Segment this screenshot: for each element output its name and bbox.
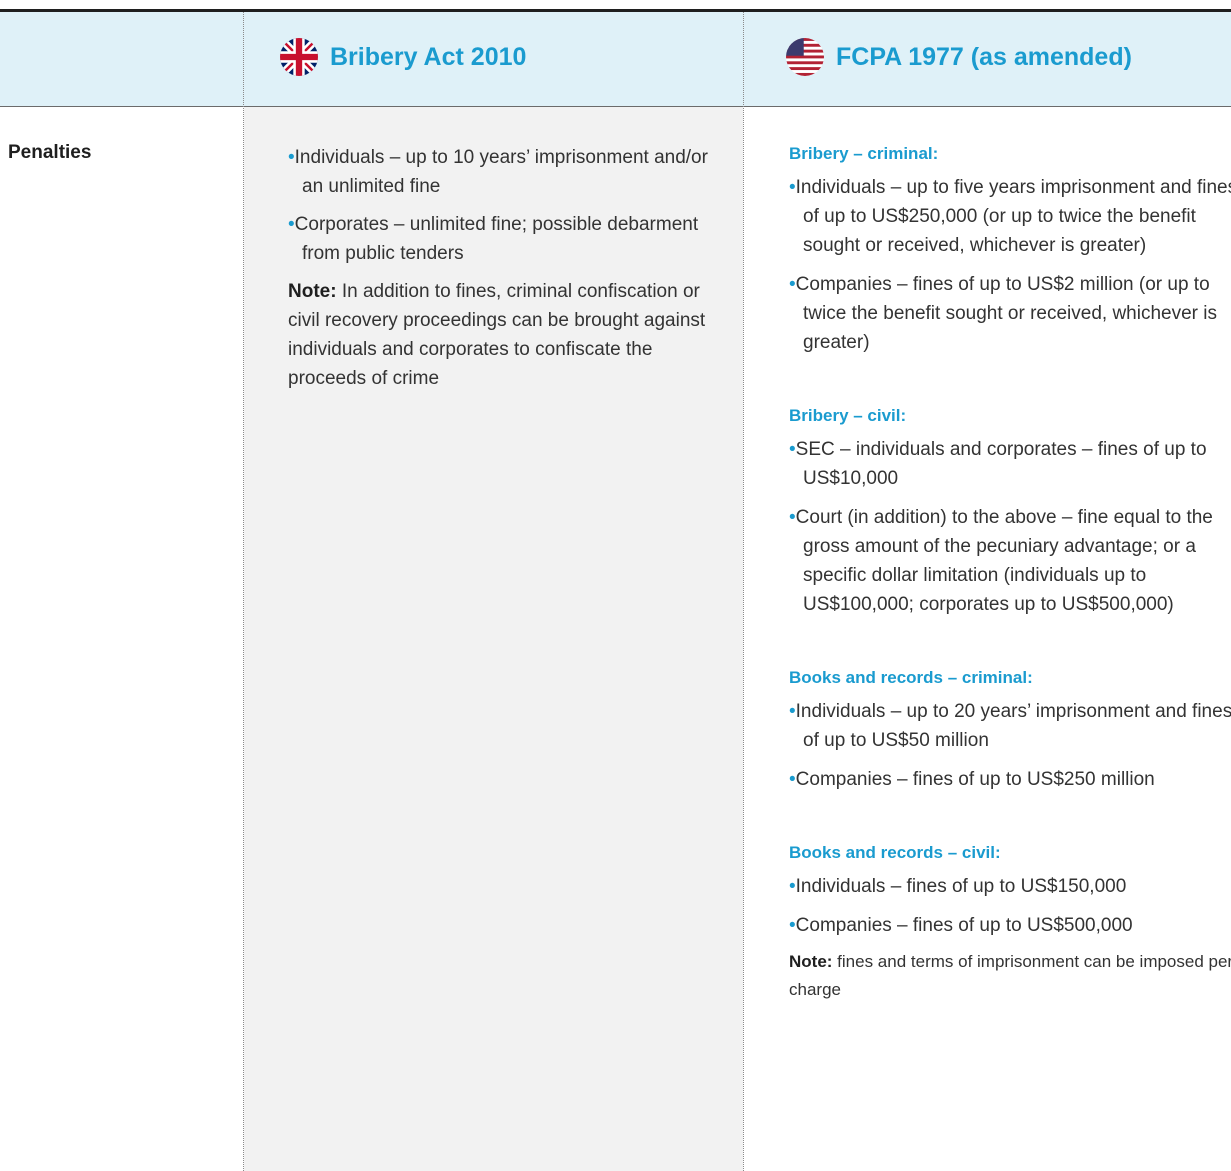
bullet-dot: • [789, 507, 796, 528]
us-bullet: •Individuals – fines of up to US$150,000 [789, 876, 1127, 897]
bullet-dot: • [288, 147, 295, 168]
uk-flag-icon [280, 38, 318, 76]
uk-bullet-individuals: •Individuals – up to 10 years’ imprisonm… [288, 147, 708, 197]
uk-bullet-corporates: •Corporates – unlimited fine; possible d… [288, 214, 699, 264]
uk-note: Note: In addition to fines, criminal con… [288, 281, 706, 389]
bullet-dot: • [288, 214, 295, 235]
uk-penalties-content: •Individuals – up to 10 years’ imprisonm… [288, 143, 728, 393]
us-note: Note: fines and terms of imprisonment ca… [789, 952, 1231, 999]
bullet-dot: • [789, 274, 796, 295]
column-divider-2 [743, 12, 744, 1171]
us-section-title-bribery-civil: Bribery – civil: [789, 406, 907, 425]
us-section-title-books-civil: Books and records – civil: [789, 843, 1001, 862]
us-bullet: •Companies – fines of up to US$500,000 [789, 915, 1133, 936]
us-bullet: •SEC – individuals and corporates – fine… [789, 439, 1207, 489]
uk-column-title: Bribery Act 2010 [330, 42, 527, 71]
us-bullet: •Companies – fines of up to US$250 milli… [789, 769, 1155, 790]
us-bullet: •Individuals – up to 20 years’ imprisonm… [789, 701, 1231, 751]
column-divider-1 [243, 12, 244, 1171]
bullet-dot: • [789, 177, 796, 198]
us-column-title: FCPA 1977 (as amended) [836, 42, 1132, 71]
us-bullet: •Individuals – up to five years imprison… [789, 177, 1231, 256]
us-bullet: •Court (in addition) to the above – fine… [789, 507, 1213, 615]
uk-column-header: Bribery Act 2010 [280, 38, 526, 76]
us-column-header: FCPA 1977 (as amended) [786, 38, 1132, 76]
bullet-dot: • [789, 769, 796, 790]
row-label-penalties: Penalties [8, 142, 92, 163]
us-bullet: •Companies – fines of up to US$2 million… [789, 274, 1217, 353]
us-section-title-books-criminal: Books and records – criminal: [789, 668, 1033, 687]
note-label: Note: [789, 952, 833, 971]
us-section-title-bribery-criminal: Bribery – criminal: [789, 144, 939, 163]
note-label: Note: [288, 281, 337, 302]
bullet-dot: • [789, 915, 796, 936]
bullet-dot: • [789, 439, 796, 460]
us-penalties-content: Bribery – criminal: •Individuals – up to… [789, 141, 1231, 1004]
bullet-dot: • [789, 701, 796, 722]
us-flag-icon [786, 38, 824, 76]
bullet-dot: • [789, 876, 796, 897]
